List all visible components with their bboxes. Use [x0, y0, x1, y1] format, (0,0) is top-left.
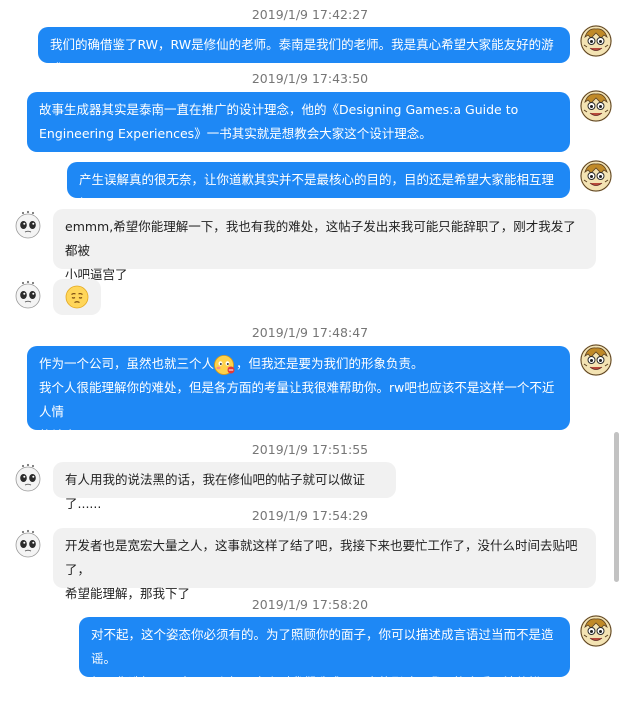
timestamp: 2019/1/9 17:42:27 [251, 7, 369, 22]
cartoon-avatar-icon[interactable] [580, 25, 612, 57]
message-text: 作为一个公司，虽然也就三个人 [39, 356, 215, 371]
message-bubble-incoming[interactable] [53, 279, 101, 315]
cartoon-avatar-icon[interactable] [580, 344, 612, 376]
timestamp: 2019/1/9 17:48:47 [251, 325, 369, 340]
cartoon-avatar-icon[interactable] [580, 90, 612, 122]
message-text: 小吧逼宫了 [65, 267, 128, 282]
blushing-face-emoji-icon [214, 354, 235, 375]
message-text: emmm,希望你能理解一下，我也有我的难处，这帖子发出来我可能只能辞职了，刚才我… [65, 219, 576, 258]
timestamp: 2019/1/9 17:51:55 [251, 442, 369, 457]
message-text: 如果你选择不回应，那么如果未来对我们造成了恶劣的影响，我可能会采取法律措施。 [91, 675, 542, 714]
message-bubble-outgoing[interactable]: 我们的确借鉴了RW，RW是修仙的老师。泰南是我们的老师。我是真心希望大家能友好的… [38, 27, 570, 76]
message-text: 故事生成器其实是泰南一直在推广的设计理念，他的《Designing Games:… [39, 102, 519, 117]
ghost-face-avatar-icon[interactable] [12, 528, 44, 560]
ghost-face-avatar-icon[interactable] [12, 462, 44, 494]
scrollbar-thumb[interactable] [614, 432, 619, 582]
message-text: 对不起，这个姿态你必须有的。为了照顾你的面子，你可以描述成言语过当而不是造谣。 [91, 627, 554, 666]
timestamp: 2019/1/9 17:43:50 [251, 71, 369, 86]
message-bubble-outgoing[interactable]: 产生误解真的很无奈，让你道歉其实并不是最核心的目的，目的还是希望大家能相互理解。 [67, 162, 570, 211]
message-bubble-incoming[interactable]: 有人用我的说法黑的话，我在修仙吧的帖子就可以做证了...... [53, 462, 396, 511]
message-text: Engineering Experiences》一书其实就是想教会大家这个设计理… [39, 126, 432, 141]
message-bubble-incoming[interactable]: 开发者也是宽宏大量之人，这事就这样了结了吧，我接下来也要忙工作了，没什么时间去贴… [53, 528, 596, 601]
message-bubble-outgoing[interactable]: 对不起，这个姿态你必须有的。为了照顾你的面子，你可以描述成言语过当而不是造谣。 … [79, 617, 570, 714]
message-bubble-outgoing[interactable]: 作为一个公司，虽然也就三个人 ，但我还是要为我们的形象负责。 我个人很能理解你的… [27, 346, 570, 443]
pensive-face-emoji-icon [65, 285, 89, 309]
message-text: ，但我还是要为我们的形象负责。 [236, 356, 424, 371]
message-text: 我个人很能理解你的难处，但是各方面的考量让我很难帮助你。rw吧也应该不是这样一个… [39, 380, 555, 419]
cartoon-avatar-icon[interactable] [580, 615, 612, 647]
ghost-face-avatar-icon[interactable] [12, 209, 44, 241]
timestamp: 2019/1/9 17:54:29 [251, 508, 369, 523]
cartoon-avatar-icon[interactable] [580, 160, 612, 192]
message-bubble-outgoing[interactable]: 故事生成器其实是泰南一直在推广的设计理念，他的《Designing Games:… [27, 92, 570, 152]
chat-log: 2019/1/9 17:42:27 我们的确借鉴了RW，RW是修仙的老师。泰南是… [0, 0, 620, 714]
timestamp: 2019/1/9 17:58:20 [251, 597, 369, 612]
message-bubble-incoming[interactable]: emmm,希望你能理解一下，我也有我的难处，这帖子发出来我可能只能辞职了，刚才我… [53, 209, 596, 282]
message-text: 开发者也是宽宏大量之人，这事就这样了结了吧，我接下来也要忙工作了，没什么时间去贴… [65, 538, 578, 577]
ghost-face-avatar-icon[interactable] [12, 279, 44, 311]
